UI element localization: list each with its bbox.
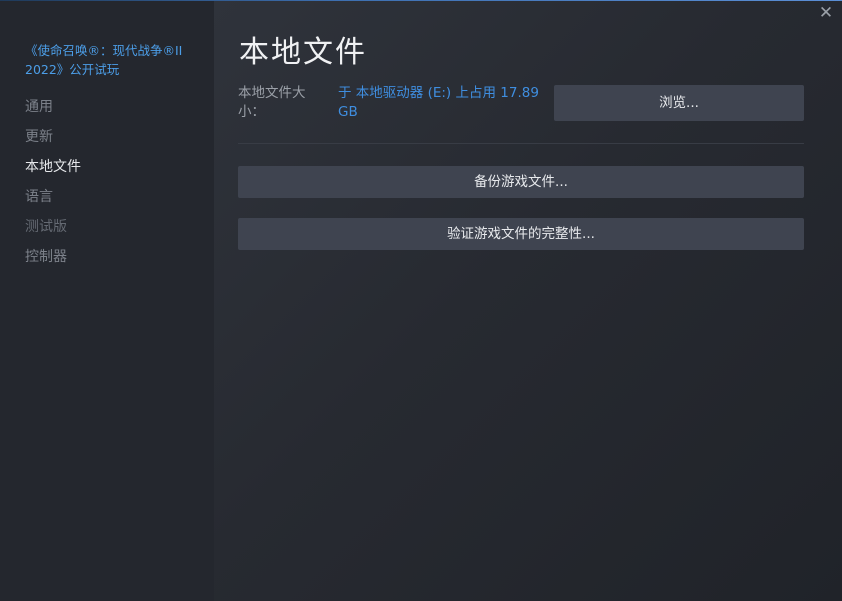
sidebar-item-language[interactable]: 语言 bbox=[25, 186, 81, 216]
sidebar-nav: 通用 更新 本地文件 语言 测试版 控制器 bbox=[25, 96, 81, 276]
browse-button[interactable]: 浏览... bbox=[554, 85, 804, 121]
sidebar: 《使命召唤®：现代战争®II 2022》公开试玩 通用 更新 本地文件 语言 测… bbox=[0, 1, 214, 601]
properties-window: 《使命召唤®：现代战争®II 2022》公开试玩 通用 更新 本地文件 语言 测… bbox=[0, 0, 842, 601]
sidebar-item-betas[interactable]: 测试版 bbox=[25, 216, 81, 246]
local-files-size-link[interactable]: 于 本地驱动器 (E:) 上占用 17.89 GB bbox=[338, 84, 548, 122]
sidebar-item-general[interactable]: 通用 bbox=[25, 96, 81, 126]
local-files-size-label: 本地文件大小： bbox=[238, 85, 306, 120]
close-icon[interactable]: ✕ bbox=[817, 4, 835, 22]
main-panel: ✕ 本地文件 本地文件大小： 于 本地驱动器 (E:) 上占用 17.89 GB… bbox=[214, 1, 842, 601]
game-title: 《使命召唤®：现代战争®II 2022》公开试玩 bbox=[25, 43, 183, 77]
section-divider bbox=[238, 143, 804, 144]
sidebar-item-local-files[interactable]: 本地文件 bbox=[25, 156, 81, 186]
sidebar-item-controller[interactable]: 控制器 bbox=[25, 246, 81, 276]
verify-integrity-button[interactable]: 验证游戏文件的完整性... bbox=[238, 218, 804, 250]
page-title: 本地文件 bbox=[239, 35, 367, 70]
backup-game-files-button[interactable]: 备份游戏文件... bbox=[238, 166, 804, 198]
sidebar-item-updates[interactable]: 更新 bbox=[25, 126, 81, 156]
